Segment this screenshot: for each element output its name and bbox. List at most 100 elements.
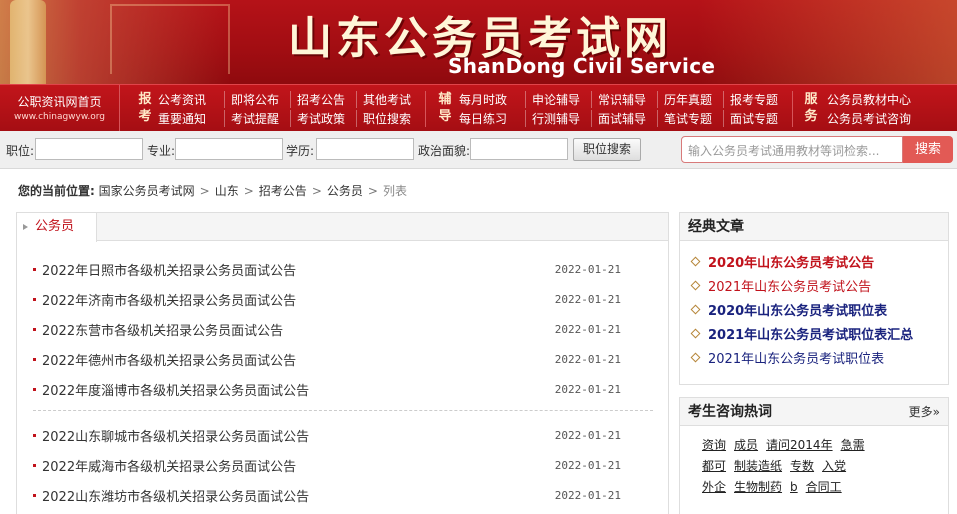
nav-group-baokao: 公考资讯 即将公布 招考公告 其他考试 重要通知 考试提醒 考试政策 职位搜索 <box>158 90 422 128</box>
nav-link[interactable]: 行测辅导 <box>525 110 591 127</box>
news-date: 2022-01-21 <box>554 428 621 442</box>
hot-words-row: 资询 成员 请问2014年 急需 <box>680 434 948 455</box>
triangle-right-icon <box>23 224 28 230</box>
nav-link[interactable]: 考试提醒 <box>224 110 290 127</box>
nav-row: 重要通知 考试提醒 考试政策 职位搜索 <box>158 109 422 128</box>
news-date: 2022-01-21 <box>554 262 621 276</box>
news-item: 2022年日照市各级机关招录公务员面试公告 2022-01-21 <box>31 254 651 284</box>
nav-link[interactable]: 职位搜索 <box>356 110 422 127</box>
nav-link[interactable]: 重要通知 <box>158 110 224 127</box>
breadcrumb-link[interactable]: 招考公告 <box>259 184 307 198</box>
hot-word-link[interactable]: 都可 <box>702 457 726 474</box>
news-date: 2022-01-21 <box>554 488 621 502</box>
nav-row: 公务员考试咨询 <box>827 109 911 128</box>
classic-article-link[interactable]: 2020年山东公务员考试公告 <box>708 252 874 271</box>
position-search-button[interactable]: 职位搜索 <box>573 138 641 161</box>
news-date: 2022-01-21 <box>554 322 621 336</box>
news-title-link[interactable]: 2022年日照市各级机关招录公务员面试公告 <box>42 260 296 279</box>
news-title-link[interactable]: 2022年济南市各级机关招录公务员面试公告 <box>42 290 296 309</box>
political-status-input[interactable] <box>470 138 568 160</box>
major-label: 专业: <box>147 144 176 158</box>
hot-word-link[interactable]: 资询 <box>702 436 726 453</box>
nav-home-title: 公职资讯网首页 <box>17 95 102 109</box>
hot-word-link[interactable]: 合同工 <box>806 478 842 495</box>
nav-link[interactable]: 面试辅导 <box>591 110 657 127</box>
diamond-icon <box>690 280 701 290</box>
news-item: 2022东营市各级机关招录公务员面试公告 2022-01-21 <box>31 314 651 344</box>
hot-word-link[interactable]: 请问2014年 <box>766 436 833 453</box>
classic-article-item: 2020年山东公务员考试职位表 <box>680 297 948 321</box>
tiananmen-gate-image <box>110 4 230 74</box>
nav-link[interactable]: 笔试专题 <box>657 110 723 127</box>
nav-category-fuwu: 服务 <box>804 92 818 124</box>
hot-word-link[interactable]: b <box>790 480 798 494</box>
hot-words-heading: 考生咨询热词 <box>688 404 772 420</box>
breadcrumb-current: 列表 <box>382 184 407 198</box>
nav-link[interactable]: 历年真题 <box>657 91 723 108</box>
hot-words-header: 考生咨询热词 更多» <box>680 398 948 426</box>
position-search-bar: 职位: 专业: 学历: 政治面貌: 职位搜索 输入公务员考试通用教材等词检索..… <box>0 131 957 169</box>
nav-row: 每日练习 行测辅导 面试辅导 笔试专题 面试专题 <box>459 109 789 128</box>
nav-link[interactable]: 公务员教材中心 <box>827 91 911 108</box>
hot-words-row: 都可 制装造纸 专数 入党 <box>680 455 948 476</box>
nav-link[interactable]: 每日练习 <box>459 110 525 127</box>
hot-word-link[interactable]: 入党 <box>822 457 846 474</box>
nav-link[interactable]: 其他考试 <box>356 91 422 108</box>
bullet-icon <box>33 433 36 437</box>
nav-home-link[interactable]: 公职资讯网首页 www.chinagwyw.org <box>0 85 120 132</box>
nav-link[interactable]: 公考资讯 <box>158 91 224 108</box>
bullet-icon <box>33 297 36 301</box>
news-title-link[interactable]: 2022山东潍坊市各级机关招录公务员面试公告 <box>42 486 309 505</box>
education-input[interactable] <box>316 138 414 160</box>
bullet-icon <box>33 267 36 271</box>
position-input[interactable] <box>35 138 143 160</box>
classic-article-link[interactable]: 2020年山东公务员考试职位表 <box>708 300 887 319</box>
nav-link[interactable]: 招考公告 <box>290 91 356 108</box>
more-link[interactable]: 更多» <box>909 398 940 426</box>
education-label: 学历: <box>286 144 315 158</box>
hot-word-link[interactable]: 生物制药 <box>734 478 782 495</box>
news-date: 2022-01-21 <box>554 292 621 306</box>
nav-link[interactable]: 每月时政 <box>459 91 525 108</box>
major-input[interactable] <box>175 138 283 160</box>
nav-row: 每月时政 申论辅导 常识辅导 历年真题 报考专题 <box>459 90 789 109</box>
tab-label: 公务员 <box>35 219 75 234</box>
classic-article-link[interactable]: 2021年山东公务员考试职位表汇总 <box>708 324 913 343</box>
breadcrumb-link[interactable]: 国家公务员考试网 <box>99 184 195 198</box>
hot-word-link[interactable]: 制装造纸 <box>734 457 782 474</box>
news-title-link[interactable]: 2022年德州市各级机关招录公务员面试公告 <box>42 350 296 369</box>
nav-link[interactable]: 常识辅导 <box>591 91 657 108</box>
classic-article-link[interactable]: 2021年山东公务员考试职位表 <box>708 348 884 367</box>
nav-link[interactable]: 即将公布 <box>224 91 290 108</box>
keyword-search-button[interactable]: 搜索 <box>903 136 953 163</box>
breadcrumb-separator: > <box>367 184 378 198</box>
nav-link[interactable]: 申论辅导 <box>525 91 591 108</box>
news-title-link[interactable]: 2022东营市各级机关招录公务员面试公告 <box>42 320 283 339</box>
hot-word-link[interactable]: 专数 <box>790 457 814 474</box>
news-item: 2022年德州市各级机关招录公务员面试公告 2022-01-21 <box>31 344 651 374</box>
hot-word-link[interactable]: 急需 <box>841 436 865 453</box>
hot-word-link[interactable]: 外企 <box>702 478 726 495</box>
position-label: 职位: <box>6 144 35 158</box>
breadcrumb-link[interactable]: 公务员 <box>327 184 363 198</box>
tab-civil-servant[interactable]: 公务员 <box>17 213 97 242</box>
news-item: 2022山东潍坊市各级机关招录公务员面试公告 2022-01-21 <box>31 480 651 510</box>
breadcrumb-link[interactable]: 山东 <box>215 184 239 198</box>
keyword-search-input[interactable]: 输入公务员考试通用教材等词检索... <box>681 136 903 163</box>
news-title-link[interactable]: 2022山东聊城市各级机关招录公务员面试公告 <box>42 426 309 445</box>
news-item: 2022年度淄博市各级机关招录公务员面试公告 2022-01-21 <box>31 374 651 404</box>
nav-link[interactable]: 考试政策 <box>290 110 356 127</box>
classic-article-link[interactable]: 2021年山东公务员考试公告 <box>708 276 871 295</box>
breadcrumb: 您的当前位置: 国家公务员考试网 > 山东 > 招考公告 > 公务员 > 列表 <box>18 182 407 199</box>
classic-article-item: 2021年山东公务员考试公告 <box>680 273 948 297</box>
diamond-icon <box>690 328 701 338</box>
hot-words-row: 外企 生物制药 b 合同工 <box>680 476 948 497</box>
news-title-link[interactable]: 2022年度淄博市各级机关招录公务员面试公告 <box>42 380 309 399</box>
nav-link[interactable]: 面试专题 <box>723 110 789 127</box>
breadcrumb-separator: > <box>311 184 322 198</box>
hot-word-link[interactable]: 成员 <box>734 436 758 453</box>
nav-link[interactable]: 报考专题 <box>723 91 789 108</box>
nav-link[interactable]: 公务员考试咨询 <box>827 110 911 127</box>
news-title-link[interactable]: 2022年威海市各级机关招录公务员面试公告 <box>42 456 296 475</box>
bullet-icon <box>33 327 36 331</box>
